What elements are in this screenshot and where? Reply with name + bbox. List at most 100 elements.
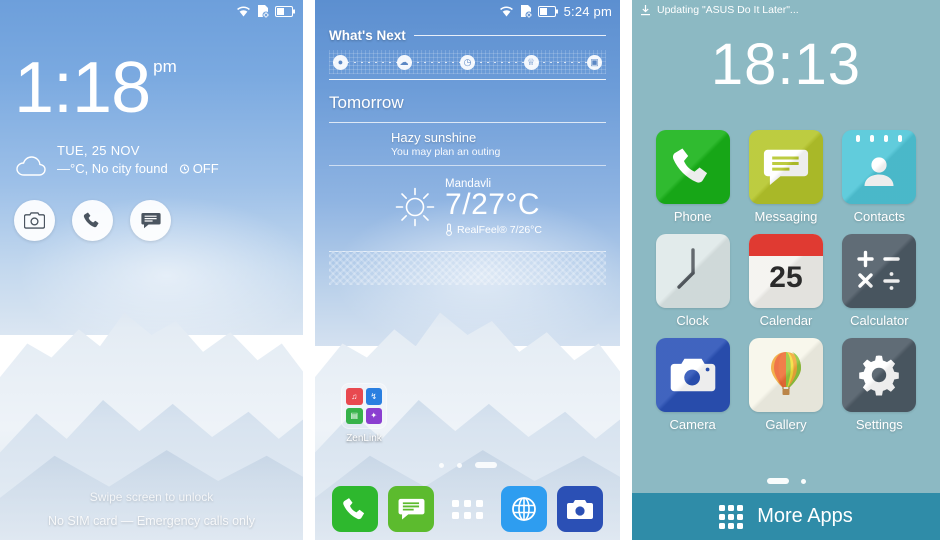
- phone-icon: [342, 496, 369, 523]
- app-label: Camera: [669, 417, 716, 432]
- cloud-icon: [14, 154, 52, 178]
- page-dot-active[interactable]: [474, 462, 497, 468]
- app-label: Calendar: [759, 313, 813, 328]
- lockscreen-condition: —°C, No city found: [57, 160, 168, 176]
- app-icon[interactable]: [655, 234, 730, 308]
- thermometer-icon: [445, 223, 453, 236]
- app-label: Messaging: [754, 209, 818, 224]
- calendar-icon: [748, 234, 823, 256]
- app-icon[interactable]: [842, 130, 917, 204]
- dock-camera[interactable]: [556, 486, 603, 532]
- whats-next-title: What's Next: [329, 28, 406, 43]
- sim-missing-icon: [520, 4, 532, 18]
- app-phone[interactable]: Phone: [646, 130, 739, 224]
- app-calendar[interactable]: 25 Calendar: [739, 234, 832, 328]
- unlock-hint: Swipe screen to unlock: [89, 490, 214, 504]
- zenlink-folder[interactable]: ♫ ↯ ▤ ✦ ZenLink: [335, 383, 393, 444]
- more-apps-bar[interactable]: More Apps: [632, 493, 940, 540]
- weather-rule: [329, 165, 606, 166]
- app-gallery[interactable]: Gallery: [739, 338, 832, 432]
- lockscreen-ampm: pm: [153, 57, 177, 76]
- weather-icon[interactable]: ☁: [396, 54, 412, 70]
- message-icon: [140, 212, 161, 229]
- home-dock: [315, 486, 620, 532]
- update-notification-text: Updating "ASUS Do It Later"...: [657, 4, 799, 16]
- weather-summary: Mandavli 7/27°C RealFeel® 7/26°C: [329, 178, 606, 236]
- app-label: Phone: [673, 209, 712, 224]
- messaging-shortcut[interactable]: [130, 200, 171, 241]
- whats-next-header: What's Next: [329, 28, 606, 43]
- page-dot-active[interactable]: [766, 478, 789, 484]
- sun-icon: [393, 185, 437, 229]
- more-apps-label: More Apps: [757, 505, 853, 527]
- weather-temperature: 7/27°C: [445, 188, 541, 221]
- app-icon[interactable]: 25: [748, 234, 823, 308]
- event-icon[interactable]: ●: [333, 54, 348, 70]
- balloon-icon: [765, 349, 807, 401]
- app-label: Contacts: [853, 209, 905, 224]
- home-screen-panel: 5:24 pm What's Next ● ☁ ◷ ♕ ▣ Tomorrow H…: [315, 0, 620, 540]
- apps-grid-icon: [451, 499, 483, 519]
- status-bar-time: 5:24 pm: [563, 3, 612, 19]
- app-icon[interactable]: [842, 234, 917, 308]
- phone-icon: [83, 211, 102, 230]
- dock-browser[interactable]: [500, 486, 547, 532]
- wallpaper-haze: [0, 162, 303, 351]
- battery-icon: [275, 5, 295, 17]
- clock-icon: [664, 242, 722, 300]
- weather-realfeel-row: RealFeel® 7/26°C: [445, 223, 542, 236]
- dock-all-apps[interactable]: [444, 486, 490, 532]
- app-label: Calculator: [850, 313, 909, 328]
- phone-icon: [671, 145, 715, 189]
- app-messaging[interactable]: Messaging: [739, 130, 832, 224]
- birthday-icon[interactable]: ♕: [523, 54, 539, 70]
- page-dot[interactable]: [800, 478, 806, 484]
- whats-next-timeline[interactable]: ● ☁ ◷ ♕ ▣: [329, 50, 606, 74]
- lockscreen-time: 1:18: [14, 48, 151, 128]
- battery-icon: [537, 5, 558, 17]
- app-settings[interactable]: Settings: [833, 338, 926, 432]
- wifi-icon: [236, 5, 251, 18]
- lockscreen-date: TUE, 25 NOV: [57, 143, 140, 158]
- camera-icon: [669, 355, 717, 395]
- zenlink-label: ZenLink: [346, 433, 382, 444]
- sim-missing-icon: [257, 4, 269, 18]
- app-camera[interactable]: Camera: [646, 338, 739, 432]
- lockscreen-alarm[interactable]: OFF: [179, 160, 219, 178]
- app-contacts[interactable]: Contacts: [833, 130, 926, 224]
- app-icon[interactable]: [655, 338, 730, 412]
- message-icon: [398, 497, 425, 521]
- app-clock[interactable]: Clock: [646, 234, 739, 328]
- page-dot[interactable]: [438, 462, 444, 468]
- calculator-icon: [855, 248, 903, 294]
- app-calculator[interactable]: Calculator: [833, 234, 926, 328]
- share-link-icon: ↯: [365, 388, 382, 405]
- contact-icon: [860, 152, 898, 190]
- lockscreen-clock: 1:18 pm: [14, 52, 177, 124]
- wifi-icon: [499, 5, 514, 18]
- phone-shortcut[interactable]: [72, 200, 113, 241]
- app-icon[interactable]: [748, 130, 823, 204]
- app-icon[interactable]: [748, 338, 823, 412]
- status-bar: [0, 0, 303, 22]
- globe-icon: [510, 495, 538, 523]
- download-icon: [640, 4, 651, 16]
- app-icon[interactable]: [655, 130, 730, 204]
- whats-next-day: Tomorrow: [329, 93, 404, 112]
- dock-messaging[interactable]: [388, 486, 435, 532]
- camera-icon[interactable]: ▣: [587, 54, 602, 70]
- whats-next-widget[interactable]: What's Next ● ☁ ◷ ♕ ▣ Tomorrow Hazy suns…: [315, 28, 620, 285]
- drawer-clock: 18:13: [710, 32, 862, 97]
- page-dot[interactable]: [456, 462, 462, 468]
- calendar-day: 25: [769, 261, 803, 294]
- camera-shortcut[interactable]: [14, 200, 55, 241]
- weather-realfeel: RealFeel® 7/26°C: [457, 223, 542, 236]
- clock-icon[interactable]: ◷: [460, 54, 475, 70]
- alarm-icon: [179, 163, 190, 174]
- dock-phone[interactable]: [332, 486, 379, 532]
- app-label: Gallery: [765, 417, 807, 432]
- lockscreen-weather[interactable]: TUE, 25 NOV —°C, No city found OFF: [14, 142, 219, 178]
- app-icon[interactable]: [842, 338, 917, 412]
- update-notification[interactable]: Updating "ASUS Do It Later"...: [632, 0, 799, 20]
- gear-icon: [855, 351, 903, 399]
